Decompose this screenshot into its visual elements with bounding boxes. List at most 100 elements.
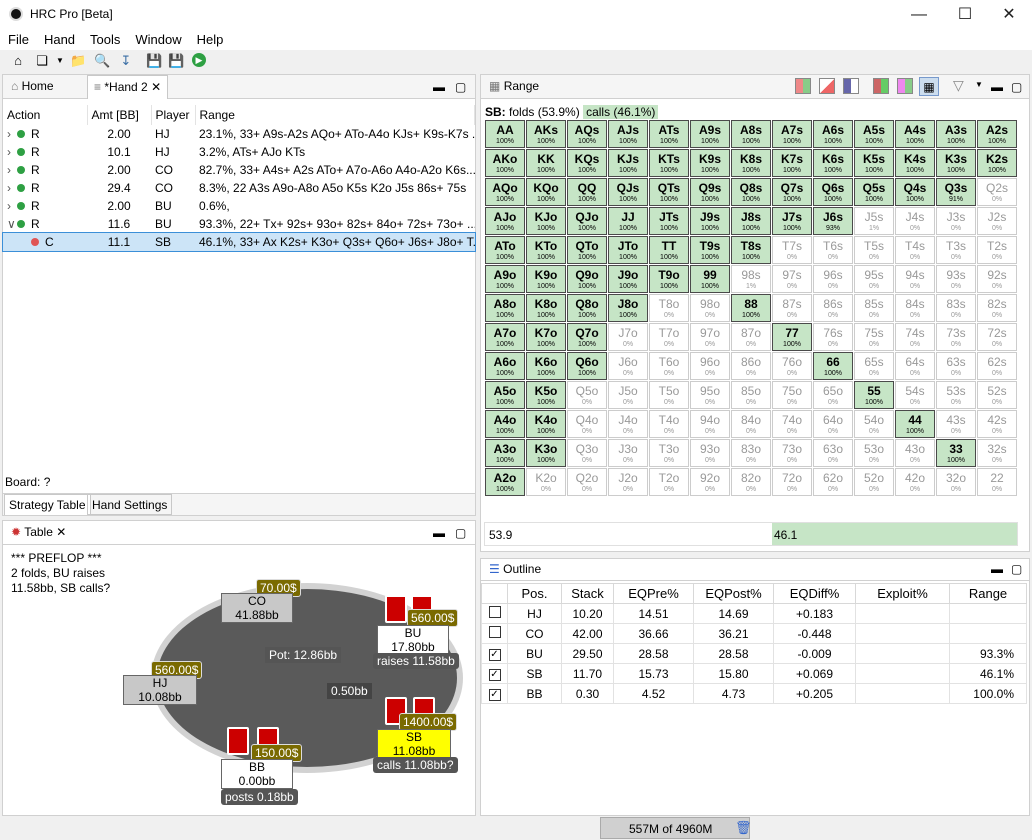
import-icon[interactable]: ↧ [118,53,134,69]
outline-row[interactable]: ✓ BU 29.50 28.58 28.58 -0.009 93.3% [481,643,1027,664]
hand-cell[interactable]: 53o 0% [854,439,894,467]
hand-cell[interactable]: J8o 100% [608,294,648,322]
hand-cell[interactable]: T6s 0% [813,236,853,264]
hand-cell[interactable]: J5o 0% [608,381,648,409]
expand-icon[interactable]: › [7,127,17,141]
col-eqpre[interactable]: EQPre% [613,583,694,604]
hand-cell[interactable]: 52o 0% [854,468,894,496]
hand-cell[interactable]: J3s 0% [936,207,976,235]
col-eqpost[interactable]: EQPost% [693,583,774,604]
hand-cell[interactable]: K9o 100% [526,265,566,293]
hand-cell[interactable]: A8o 100% [485,294,525,322]
hand-cell[interactable]: A7o 100% [485,323,525,351]
hand-cell[interactable]: T8o 0% [649,294,689,322]
col-eqdiff[interactable]: EQDiff% [773,583,856,604]
tab-strategy-table[interactable]: Strategy Table [4,494,91,515]
hand-cell[interactable]: A2s 100% [977,120,1017,148]
action-row[interactable]: ∨ R 11.6 BU 93.3%, 22+ Tx+ 92s+ 93o+ 82s+ 84… [3,215,475,233]
hand-cell[interactable]: J9s 100% [690,207,730,235]
hand-cell[interactable]: K9s 100% [690,149,730,177]
hand-cell[interactable]: Q8s 100% [731,178,771,206]
hand-cell[interactable]: 76s 0% [813,323,853,351]
hand-cell[interactable]: 72s 0% [977,323,1017,351]
hand-cell[interactable]: QQ 100% [567,178,607,206]
hand-cell[interactable]: 76o 0% [772,352,812,380]
menu-window[interactable]: Window [127,30,188,47]
filter-icon[interactable]: ▽ [953,77,964,94]
hand-cell[interactable]: J6s 93% [813,207,853,235]
hand-cell[interactable]: Q5s 100% [854,178,894,206]
hand-cell[interactable]: J4o 0% [608,410,648,438]
hand-cell[interactable]: 77 100% [772,323,812,351]
tab-range[interactable]: ▦ Range [483,75,545,99]
hand-cell[interactable]: T8s 100% [731,236,771,264]
minimize-panel-icon[interactable]: ▬ [433,526,445,540]
hand-cell[interactable]: 99 100% [690,265,730,293]
hand-cell[interactable]: K4o 100% [526,410,566,438]
check-cell[interactable] [481,623,508,644]
checkbox-checked-icon[interactable]: ✓ [488,669,501,681]
hand-cell[interactable]: 84o 0% [731,410,771,438]
close-button[interactable]: ✕ [986,0,1032,30]
hand-cell[interactable]: A6s 100% [813,120,853,148]
check-cell[interactable]: ✓ [481,643,508,664]
close-tab-icon[interactable]: ✕ [151,80,161,94]
hand-cell[interactable]: J3o 0% [608,439,648,467]
checkbox-checked-icon[interactable]: ✓ [488,689,501,701]
hand-cell[interactable]: K8o 100% [526,294,566,322]
col-range[interactable]: Range [195,105,475,125]
trash-icon[interactable]: 🗑 [735,820,752,836]
calls-label[interactable]: calls (46.1%) [583,105,659,119]
hand-cell[interactable]: 74o 0% [772,410,812,438]
hand-cell[interactable]: 92s 0% [977,265,1017,293]
hand-cell[interactable]: KQo 100% [526,178,566,206]
maximize-panel-icon[interactable]: ▢ [1011,562,1022,576]
hand-cell[interactable]: K7o 100% [526,323,566,351]
hand-cell[interactable]: K7s 100% [772,149,812,177]
outline-row[interactable]: ✓ BB 0.30 4.52 4.73 +0.205 100.0% [481,683,1027,704]
seat-hj[interactable]: HJ 10.08bb [123,675,197,705]
hand-cell[interactable]: Q5o 0% [567,381,607,409]
maximize-button[interactable]: ☐ [942,0,988,30]
hand-cell[interactable]: 22 0% [977,468,1017,496]
folds-label[interactable]: folds (53.9%) [509,105,580,119]
hand-cell[interactable]: 97s 0% [772,265,812,293]
save-as-icon[interactable]: 💾 [168,53,184,69]
hand-cell[interactable]: K5o 100% [526,381,566,409]
hand-cell[interactable]: AQo 100% [485,178,525,206]
hand-cell[interactable]: T5o 0% [649,381,689,409]
hand-cell[interactable]: 95o 0% [690,381,730,409]
hand-cell[interactable]: AJs 100% [608,120,648,148]
hand-cell[interactable]: 62s 0% [977,352,1017,380]
hand-cell[interactable]: T2o 0% [649,468,689,496]
new-hand-icon[interactable]: ❏ [34,53,50,69]
hand-cell[interactable]: Q8o 100% [567,294,607,322]
hand-cell[interactable]: 64s 0% [895,352,935,380]
hand-cell[interactable]: 94s 0% [895,265,935,293]
view-mode-1-icon[interactable] [795,78,811,94]
hand-cell[interactable]: T5s 0% [854,236,894,264]
hand-cell[interactable]: Q9s 100% [690,178,730,206]
seat-bb[interactable]: BB 0.00bb [221,759,293,789]
hand-cell[interactable]: K5s 100% [854,149,894,177]
outline-row[interactable]: CO 42.00 36.66 36.21 -0.448 [481,623,1027,644]
hand-cell[interactable]: 92o 0% [690,468,730,496]
seat-bu[interactable]: BU 17.80bb [377,625,449,655]
tab-hand-settings[interactable]: Hand Settings [87,494,173,515]
hand-cell[interactable]: 86o 0% [731,352,771,380]
hand-cell[interactable]: 66 100% [813,352,853,380]
view-mode-2-icon[interactable] [819,78,835,94]
hand-cell[interactable]: A3o 100% [485,439,525,467]
hand-cell[interactable]: K3s 100% [936,149,976,177]
hand-cell[interactable]: J4s 0% [895,207,935,235]
hand-cell[interactable]: 33 100% [936,439,976,467]
hand-cell[interactable]: 98o 0% [690,294,730,322]
hand-cell[interactable]: T7o 0% [649,323,689,351]
checkbox-icon[interactable] [488,606,501,618]
hand-cell[interactable]: 97o 0% [690,323,730,351]
view-mode-3-icon[interactable] [843,78,859,94]
hand-cell[interactable]: 94o 0% [690,410,730,438]
maximize-panel-icon[interactable]: ▢ [455,526,466,540]
hand-cell[interactable]: AJo 100% [485,207,525,235]
hand-cell[interactable]: T4o 0% [649,410,689,438]
